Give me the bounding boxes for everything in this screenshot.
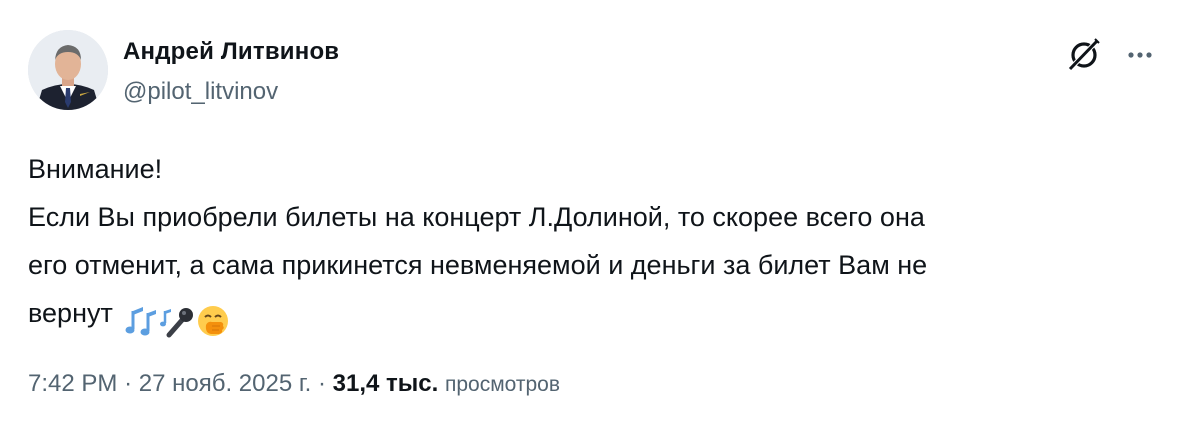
more-options-icon[interactable] bbox=[1122, 40, 1158, 70]
author-handle[interactable]: @pilot_litvinov bbox=[123, 78, 278, 106]
grok-icon[interactable] bbox=[1064, 35, 1104, 75]
tweet-time[interactable]: 7:42 PM bbox=[28, 370, 117, 397]
views-label: просмотров bbox=[445, 373, 561, 396]
meta-separator: · bbox=[318, 370, 326, 397]
meta-separator: · bbox=[124, 370, 133, 397]
tweet-line: Внимание! bbox=[28, 154, 163, 184]
tweet-meta: 7:42 PM · 27 нояб. 2025 г. · 31,4 тыс. п… bbox=[28, 370, 560, 398]
emoji-row bbox=[123, 295, 231, 338]
musical-notes-icon bbox=[123, 301, 159, 341]
views-count: 31,4 тыс. bbox=[332, 370, 439, 397]
face-with-hand-over-mouth-icon bbox=[195, 301, 231, 341]
tweet-card: Андрей Литвинов @pilot_litvinov Внимание… bbox=[0, 0, 1183, 427]
tweet-text: Внимание! Если Вы приобрели билеты на ко… bbox=[28, 145, 1158, 338]
avatar[interactable] bbox=[28, 30, 108, 110]
microphone-icon bbox=[159, 301, 195, 341]
author-name[interactable]: Андрей Литвинов bbox=[123, 38, 339, 66]
tweet-line: Если Вы приобрели билеты на концерт Л.До… bbox=[28, 202, 925, 232]
tweet-line-last: вернут bbox=[28, 289, 1158, 338]
tweet-line: вернут bbox=[28, 298, 113, 328]
tweet-line: его отменит, а сама прикинется невменяем… bbox=[28, 250, 928, 280]
tweet-date[interactable]: 27 нояб. 2025 г. bbox=[139, 370, 312, 397]
